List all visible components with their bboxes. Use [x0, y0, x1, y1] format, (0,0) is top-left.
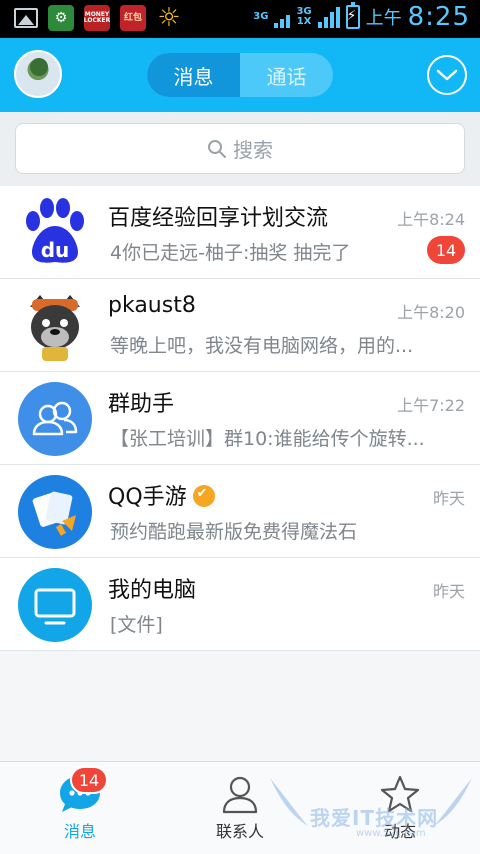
conversation-title: 我的电脑 — [108, 578, 197, 603]
conversation-title: 群助手 — [108, 392, 175, 417]
nav-unread-badge: 14 — [70, 766, 108, 794]
conversation-time: 昨天 — [432, 489, 465, 508]
my-avatar[interactable] — [14, 50, 62, 98]
conversation-title-text: QQ手游 — [108, 485, 187, 510]
conversation-preview: 预约酷跑最新版免费得魔法石 — [110, 521, 358, 543]
game-cards-icon — [32, 491, 76, 536]
clock-ampm: 上午 — [365, 8, 402, 29]
hongbao-icon: 红包 — [120, 5, 146, 31]
conversation-row[interactable]: 群助手 上午7:22 【张工培训】群10:谁能给传个旋转... — [0, 372, 480, 465]
conversation-preview: 4你已走远-柚子:抽奖 抽完了 — [110, 242, 351, 264]
more-menu-button[interactable] — [427, 55, 467, 95]
star-icon — [380, 775, 420, 813]
tab-messages[interactable]: 消息 — [147, 53, 240, 97]
conversation-preview: 等晚上吧，我没有电脑网络，用的... — [110, 335, 414, 357]
lock-app-icon: ⚙ — [48, 5, 74, 31]
qq-app-screen: ⚙ MONEY LOCKER 红包 ☼ 3G 3G 1X 上午 8:25 消息 … — [0, 0, 480, 854]
conversation-title: 百度经验回享计划交流 — [108, 206, 329, 231]
conversation-row[interactable]: du 百度经验回享计划交流 上午8:24 4你已走远-柚子:抽奖 抽完了 14 — [0, 186, 480, 279]
network-type-label: 3G — [253, 11, 269, 22]
search-placeholder: 搜索 — [233, 138, 273, 162]
conversation-row[interactable]: 我的电脑 昨天 [文件] — [0, 558, 480, 651]
search-icon — [208, 139, 226, 158]
search-input[interactable]: 搜索 — [15, 123, 465, 174]
message-call-switch: 消息 通话 — [147, 53, 333, 97]
conversation-title: QQ手游 — [108, 479, 215, 511]
money-locker-icon: MONEY LOCKER — [84, 5, 110, 31]
unread-badge: 14 — [427, 236, 465, 264]
clock-time: 8:25 — [407, 2, 470, 32]
app-header: 消息 通话 — [0, 38, 480, 112]
group-people-icon — [32, 401, 78, 436]
conversation-time: 昨天 — [432, 582, 465, 601]
conversation-row[interactable]: QQ手游 昨天 预约酷跑最新版免费得魔法石 — [0, 465, 480, 558]
notification-icons: ⚙ MONEY LOCKER 红包 ☼ — [14, 3, 182, 33]
my-computer-avatar — [18, 568, 92, 642]
conversation-preview: [文件] — [110, 614, 163, 636]
contact-person-icon — [222, 776, 258, 814]
battery-charging-icon — [345, 2, 360, 29]
search-area: 搜索 — [0, 112, 480, 186]
nav-moments[interactable]: 动态 — [320, 762, 480, 854]
network-type-label-3: 1X — [296, 16, 312, 27]
signal-strength-icon-2 — [317, 6, 340, 28]
sun-icon: ☼ — [157, 3, 181, 33]
nav-messages[interactable]: 消息 14 — [0, 762, 160, 854]
conversation-row[interactable]: pkaust8 上午8:20 等晚上吧，我没有电脑网络，用的... — [0, 279, 480, 372]
monitor-icon — [34, 588, 76, 625]
qq-games-avatar — [18, 475, 92, 549]
bottom-navigation: 消息 14 联系人 动态 我爱IT技术网 www.52ij.com — [0, 761, 480, 854]
gallery-icon — [14, 8, 38, 28]
group-helper-avatar — [18, 382, 92, 456]
verified-icon — [192, 485, 215, 507]
conversation-title: pkaust8 — [108, 293, 196, 318]
conversation-list: du 百度经验回享计划交流 上午8:24 4你已走远-柚子:抽奖 抽完了 14 — [0, 186, 480, 651]
wolf-avatar — [18, 289, 92, 363]
nav-contacts[interactable]: 联系人 — [160, 762, 320, 854]
svg-text:du: du — [41, 238, 70, 262]
baidu-paw-avatar: du — [18, 196, 92, 270]
conversation-preview: 【张工培训】群10:谁能给传个旋转... — [110, 428, 425, 450]
conversation-time: 上午8:24 — [397, 210, 465, 229]
chevron-down-icon — [436, 69, 458, 81]
nav-label: 消息 — [63, 822, 96, 841]
nav-label: 动态 — [383, 822, 416, 841]
nav-label: 联系人 — [215, 822, 264, 841]
tab-calls[interactable]: 通话 — [240, 53, 333, 97]
status-bar: ⚙ MONEY LOCKER 红包 ☼ 3G 3G 1X 上午 8:25 — [0, 0, 480, 38]
conversation-time: 上午7:22 — [397, 396, 465, 415]
signal-strength-icon — [274, 6, 291, 28]
conversation-time: 上午8:20 — [397, 303, 465, 322]
system-status: 3G 3G 1X 上午 8:25 — [253, 2, 470, 32]
